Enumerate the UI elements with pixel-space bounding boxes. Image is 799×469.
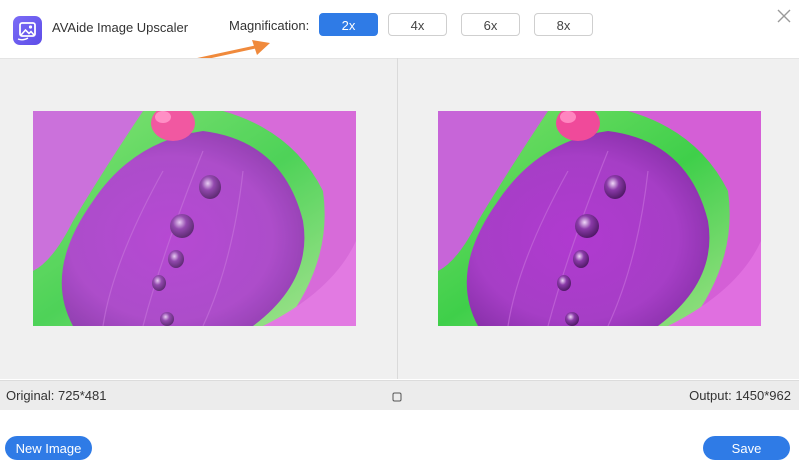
original-size-label: Original: 725*481	[6, 388, 107, 403]
compare-square-icon[interactable]	[392, 389, 402, 402]
output-size-label: Output: 1450*962	[689, 388, 791, 403]
close-icon[interactable]	[774, 6, 794, 26]
output-image	[438, 111, 761, 326]
header: AVAide Image Upscaler Magnification: 2x …	[0, 0, 799, 64]
magnification-label: Magnification:	[229, 18, 310, 33]
original-image	[33, 111, 356, 326]
magnification-4x-button[interactable]: 4x	[388, 13, 447, 36]
image-upscaler-logo-icon	[13, 16, 42, 45]
magnification-2x-button[interactable]: 2x	[319, 13, 378, 36]
save-button[interactable]: Save	[703, 436, 790, 460]
app-title: AVAide Image Upscaler	[52, 20, 189, 35]
new-image-button[interactable]: New Image	[5, 436, 92, 460]
preview-divider	[397, 58, 398, 379]
magnification-6x-button[interactable]: 6x	[461, 13, 520, 36]
magnification-8x-button[interactable]: 8x	[534, 13, 593, 36]
